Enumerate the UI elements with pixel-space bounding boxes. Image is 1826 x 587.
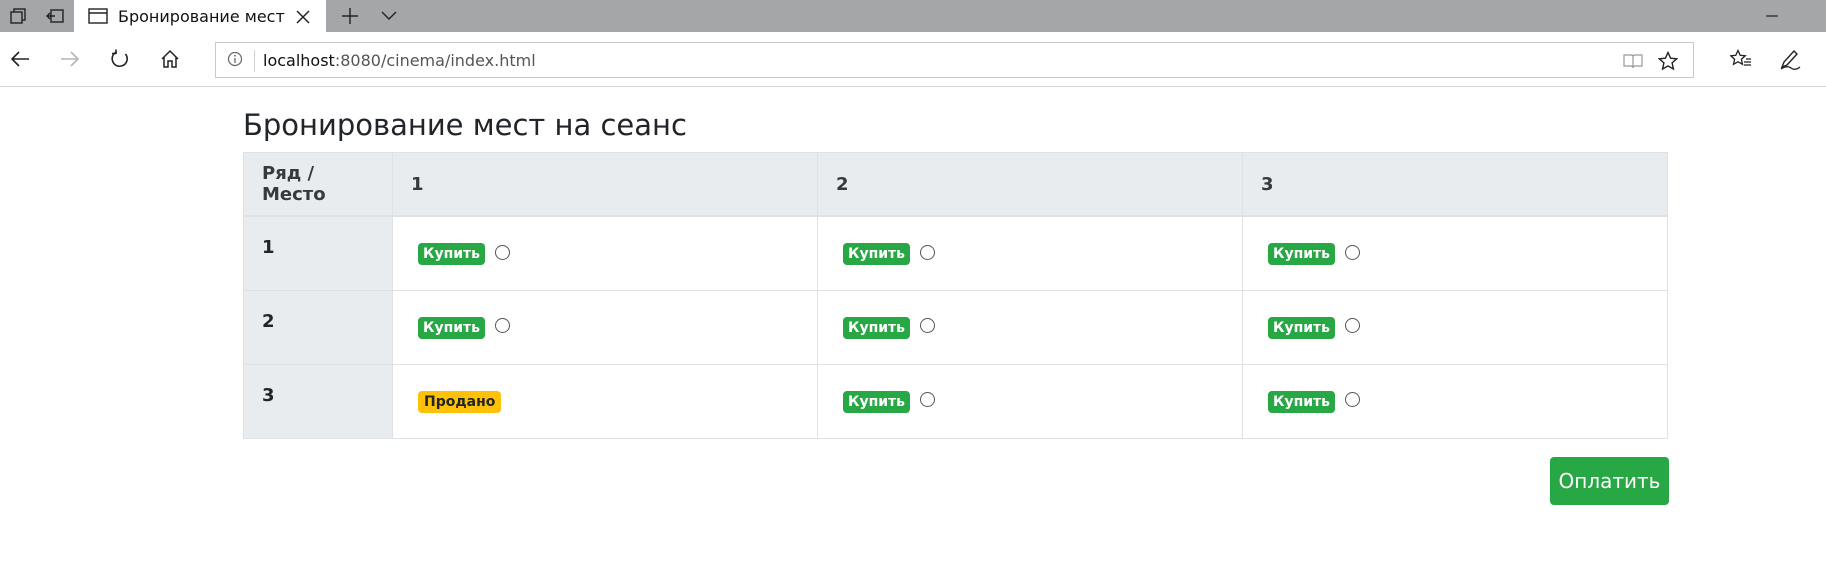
url-separator (254, 50, 255, 72)
forward-arrow-icon[interactable] (52, 41, 88, 77)
seat-cell: Продано (392, 363, 818, 439)
chevron-down-icon[interactable] (375, 0, 403, 32)
info-icon[interactable] (227, 51, 243, 72)
seat-radio[interactable] (920, 244, 936, 260)
seat-cell: Купить (1242, 215, 1668, 291)
row-label: 1 (243, 215, 393, 291)
address-bar-row: localhost:8080/cinema/index.html (0, 32, 1826, 87)
url-host: localhost (263, 51, 335, 70)
url-path: :8080/cinema/index.html (334, 51, 536, 70)
seat-radio[interactable] (1345, 318, 1361, 333)
table-row: 3 Продано Купить Купить (243, 363, 1668, 439)
buy-badge: Купить (843, 316, 911, 339)
seat-cell: Купить (817, 215, 1243, 291)
url-text: localhost:8080/cinema/index.html (263, 51, 536, 70)
active-tab[interactable]: Бронирование мест (74, 0, 326, 33)
pay-button[interactable]: Оплатить (1550, 457, 1669, 505)
buy-badge: Купить (1268, 390, 1336, 413)
tab-aside-icon[interactable] (37, 0, 73, 32)
tab-strip: Бронирование мест (0, 0, 1826, 33)
seat-radio[interactable] (1345, 392, 1361, 407)
buy-badge: Купить (843, 390, 911, 413)
seat-cell: Купить (392, 289, 818, 365)
row-label: 2 (243, 289, 393, 365)
close-icon[interactable] (292, 6, 314, 28)
seat-radio[interactable] (495, 244, 511, 260)
buy-badge: Купить (1268, 316, 1336, 339)
url-field[interactable]: localhost:8080/cinema/index.html (215, 42, 1694, 78)
minimize-icon[interactable] (1754, 0, 1790, 32)
header-row-seat: Ряд / Место (243, 152, 393, 217)
buy-badge: Купить (843, 243, 911, 265)
seat-cell: Купить (1242, 363, 1668, 439)
star-icon[interactable] (1656, 49, 1680, 73)
header-seat-3: 3 (1242, 152, 1668, 217)
seat-cell: Купить (392, 215, 818, 291)
seat-cell: Купить (817, 289, 1243, 365)
table-row: 2 Купить Купить Купить (243, 289, 1668, 365)
seat-cell: Купить (1242, 289, 1668, 365)
row-label: 3 (243, 363, 393, 439)
seat-radio[interactable] (920, 318, 936, 333)
plus-icon[interactable] (336, 0, 364, 32)
reading-view-icon[interactable] (1621, 49, 1645, 73)
table-header-row: Ряд / Место 1 2 3 (243, 152, 1668, 217)
header-seat-2: 2 (817, 152, 1243, 217)
tab-title: Бронирование мест (118, 7, 285, 26)
tab-list-icon[interactable] (0, 0, 36, 32)
buy-badge: Купить (418, 243, 486, 265)
page-title: Бронирование мест на сеанс (243, 108, 687, 142)
seat-radio[interactable] (920, 392, 936, 407)
header-seat-1: 1 (392, 152, 818, 217)
favorites-icon[interactable] (1723, 41, 1759, 77)
sold-badge: Продано (418, 390, 502, 413)
seat-radio[interactable] (495, 318, 511, 333)
back-arrow-icon[interactable] (2, 41, 38, 77)
seat-cell: Купить (817, 363, 1243, 439)
home-icon[interactable] (152, 41, 188, 77)
pen-icon[interactable] (1772, 41, 1808, 77)
seat-radio[interactable] (1345, 244, 1361, 260)
buy-badge: Купить (1268, 243, 1336, 265)
buy-badge: Купить (418, 316, 486, 339)
seats-table: Ряд / Место 1 2 3 1 Купить Купить Купить… (243, 152, 1668, 439)
refresh-icon[interactable] (102, 41, 138, 77)
page-icon (88, 8, 108, 29)
table-row: 1 Купить Купить Купить (243, 215, 1668, 291)
